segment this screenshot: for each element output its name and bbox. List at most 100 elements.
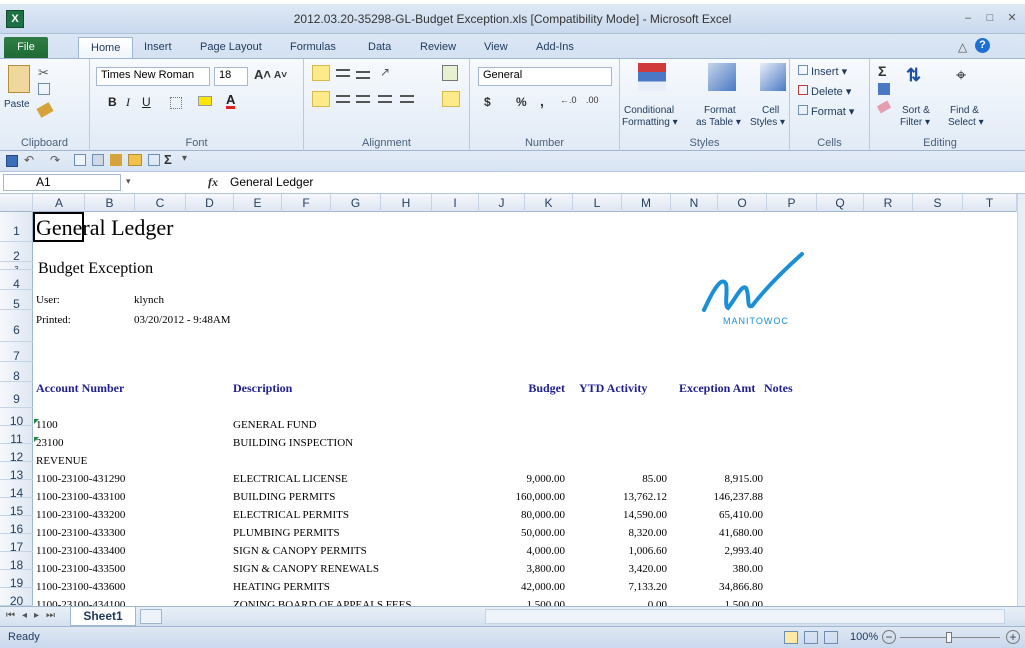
decrease-indent-icon[interactable] <box>378 95 392 103</box>
row-header-5[interactable]: 5 <box>0 290 33 310</box>
conditional-formatting-button[interactable]: Conditional <box>624 105 674 116</box>
column-header-t[interactable]: T <box>963 194 1017 212</box>
clear-icon[interactable] <box>876 100 892 114</box>
tab-insert[interactable]: Insert <box>132 37 184 58</box>
undo-icon[interactable]: ↶ <box>24 153 34 167</box>
row-header-20[interactable]: 20 <box>0 588 33 606</box>
insert-sheet-icon[interactable] <box>140 609 162 624</box>
zoom-slider-thumb[interactable] <box>946 632 952 643</box>
column-header-n[interactable]: N <box>671 194 718 212</box>
vertical-scrollbar[interactable] <box>1017 194 1025 606</box>
tab-formulas[interactable]: Formulas <box>278 37 348 58</box>
row-header-13[interactable]: 13 <box>0 462 33 480</box>
font-name-dropdown[interactable]: Times New Roman <box>96 67 210 86</box>
row-header-9[interactable]: 9 <box>0 382 33 408</box>
column-header-s[interactable]: S <box>913 194 963 212</box>
next-sheet-icon[interactable]: ▸ <box>34 610 39 621</box>
shrink-font-icon[interactable]: A˅ <box>274 70 287 81</box>
prev-sheet-icon[interactable]: ◂ <box>22 610 27 621</box>
align-middle-icon[interactable] <box>336 69 350 77</box>
horizontal-scrollbar[interactable] <box>485 609 1005 624</box>
font-color-icon[interactable]: A <box>226 93 236 109</box>
autosum-qat-icon[interactable]: Σ <box>164 152 172 167</box>
column-header-p[interactable]: P <box>767 194 817 212</box>
format-as-table-button-2[interactable]: as Table ▾ <box>696 117 741 128</box>
tab-add-ins[interactable]: Add-Ins <box>524 37 586 58</box>
zoom-level[interactable]: 100% <box>850 631 878 643</box>
align-top-icon[interactable] <box>312 65 330 81</box>
tab-file[interactable]: File <box>4 37 48 58</box>
orientation-icon[interactable]: ↗ <box>380 65 390 79</box>
name-box[interactable]: A1 <box>3 174 121 191</box>
sort-filter-button-2[interactable]: Filter ▾ <box>900 117 930 128</box>
format-as-table-icon[interactable] <box>708 63 736 91</box>
find-select-button-2[interactable]: Select ▾ <box>948 117 984 128</box>
cell-styles-button[interactable]: Cell <box>762 105 779 116</box>
row-header-1[interactable]: 1 <box>0 212 33 242</box>
decrease-decimal-icon[interactable]: .00 <box>586 95 599 105</box>
column-header-k[interactable]: K <box>525 194 573 212</box>
tab-data[interactable]: Data <box>356 37 403 58</box>
currency-button[interactable]: $ <box>484 95 491 109</box>
underline-button[interactable]: U <box>142 95 151 109</box>
delete-cells-button[interactable]: Delete ▾ <box>798 85 851 98</box>
cell-styles-icon[interactable] <box>760 63 786 91</box>
maximize-icon[interactable]: □ <box>982 10 998 26</box>
column-header-l[interactable]: L <box>573 194 622 212</box>
fill-color-icon[interactable] <box>198 96 212 106</box>
fill-icon[interactable] <box>878 83 890 95</box>
column-header-f[interactable]: F <box>282 194 331 212</box>
increase-indent-icon[interactable] <box>400 95 414 103</box>
wrap-text-icon[interactable] <box>442 65 458 81</box>
row-header-6[interactable]: 6 <box>0 310 33 342</box>
align-right-icon[interactable] <box>356 95 370 103</box>
bold-button[interactable]: B <box>108 95 117 109</box>
row-header-15[interactable]: 15 <box>0 498 33 516</box>
conditional-formatting-icon[interactable] <box>638 63 666 91</box>
row-header-16[interactable]: 16 <box>0 516 33 534</box>
row-header-14[interactable]: 14 <box>0 480 33 498</box>
format-cells-button[interactable]: Format ▾ <box>798 105 854 118</box>
column-header-h[interactable]: H <box>381 194 432 212</box>
tab-sheet1[interactable]: Sheet1 <box>70 607 136 626</box>
column-header-a[interactable]: A <box>34 194 85 212</box>
conditional-formatting-button-2[interactable]: Formatting ▾ <box>622 117 678 128</box>
merge-center-icon[interactable] <box>442 91 460 107</box>
column-header-j[interactable]: J <box>479 194 525 212</box>
open-folder-icon[interactable] <box>128 154 142 166</box>
row-header-19[interactable]: 19 <box>0 570 33 588</box>
format-painter-icon[interactable] <box>36 102 54 118</box>
print-preview-icon[interactable] <box>74 154 86 166</box>
name-box-dropdown-icon[interactable]: ▾ <box>126 176 131 187</box>
copy-icon[interactable] <box>38 83 50 95</box>
cut-icon[interactable]: ✂ <box>38 65 49 81</box>
italic-button[interactable]: I <box>126 95 130 110</box>
insert-cells-qat-icon[interactable] <box>148 154 160 166</box>
align-center-icon[interactable] <box>336 95 350 103</box>
column-header-i[interactable]: I <box>432 194 479 212</box>
formula-input[interactable]: General Ledger <box>230 175 313 189</box>
format-as-table-button[interactable]: Format <box>704 105 736 116</box>
zoom-in-icon[interactable]: + <box>1006 630 1020 644</box>
redo-icon[interactable]: ↷ <box>50 153 60 167</box>
cell-styles-button-2[interactable]: Styles ▾ <box>750 117 785 128</box>
row-header-4[interactable]: 4 <box>0 270 33 290</box>
column-header-d[interactable]: D <box>186 194 234 212</box>
row-header-10[interactable]: 10 <box>0 408 33 426</box>
save-icon[interactable] <box>6 155 18 167</box>
column-header-g[interactable]: G <box>331 194 381 212</box>
column-header-o[interactable]: O <box>718 194 767 212</box>
row-header-18[interactable]: 18 <box>0 552 33 570</box>
customize-qat-icon[interactable]: ▾ <box>182 153 187 164</box>
last-sheet-icon[interactable]: ⏭ <box>46 610 55 621</box>
find-select-icon[interactable]: ⌖ <box>956 65 966 86</box>
find-select-button[interactable]: Find & <box>950 105 979 116</box>
column-header-c[interactable]: C <box>135 194 186 212</box>
paste-button[interactable]: Paste <box>4 99 30 110</box>
quick-print-icon[interactable] <box>92 154 104 166</box>
tab-review[interactable]: Review <box>408 37 468 58</box>
page-layout-view-icon[interactable] <box>804 631 818 644</box>
insert-cells-button[interactable]: Insert ▾ <box>798 65 847 78</box>
minimize-icon[interactable]: – <box>960 10 976 26</box>
paste-icon[interactable] <box>8 65 30 93</box>
